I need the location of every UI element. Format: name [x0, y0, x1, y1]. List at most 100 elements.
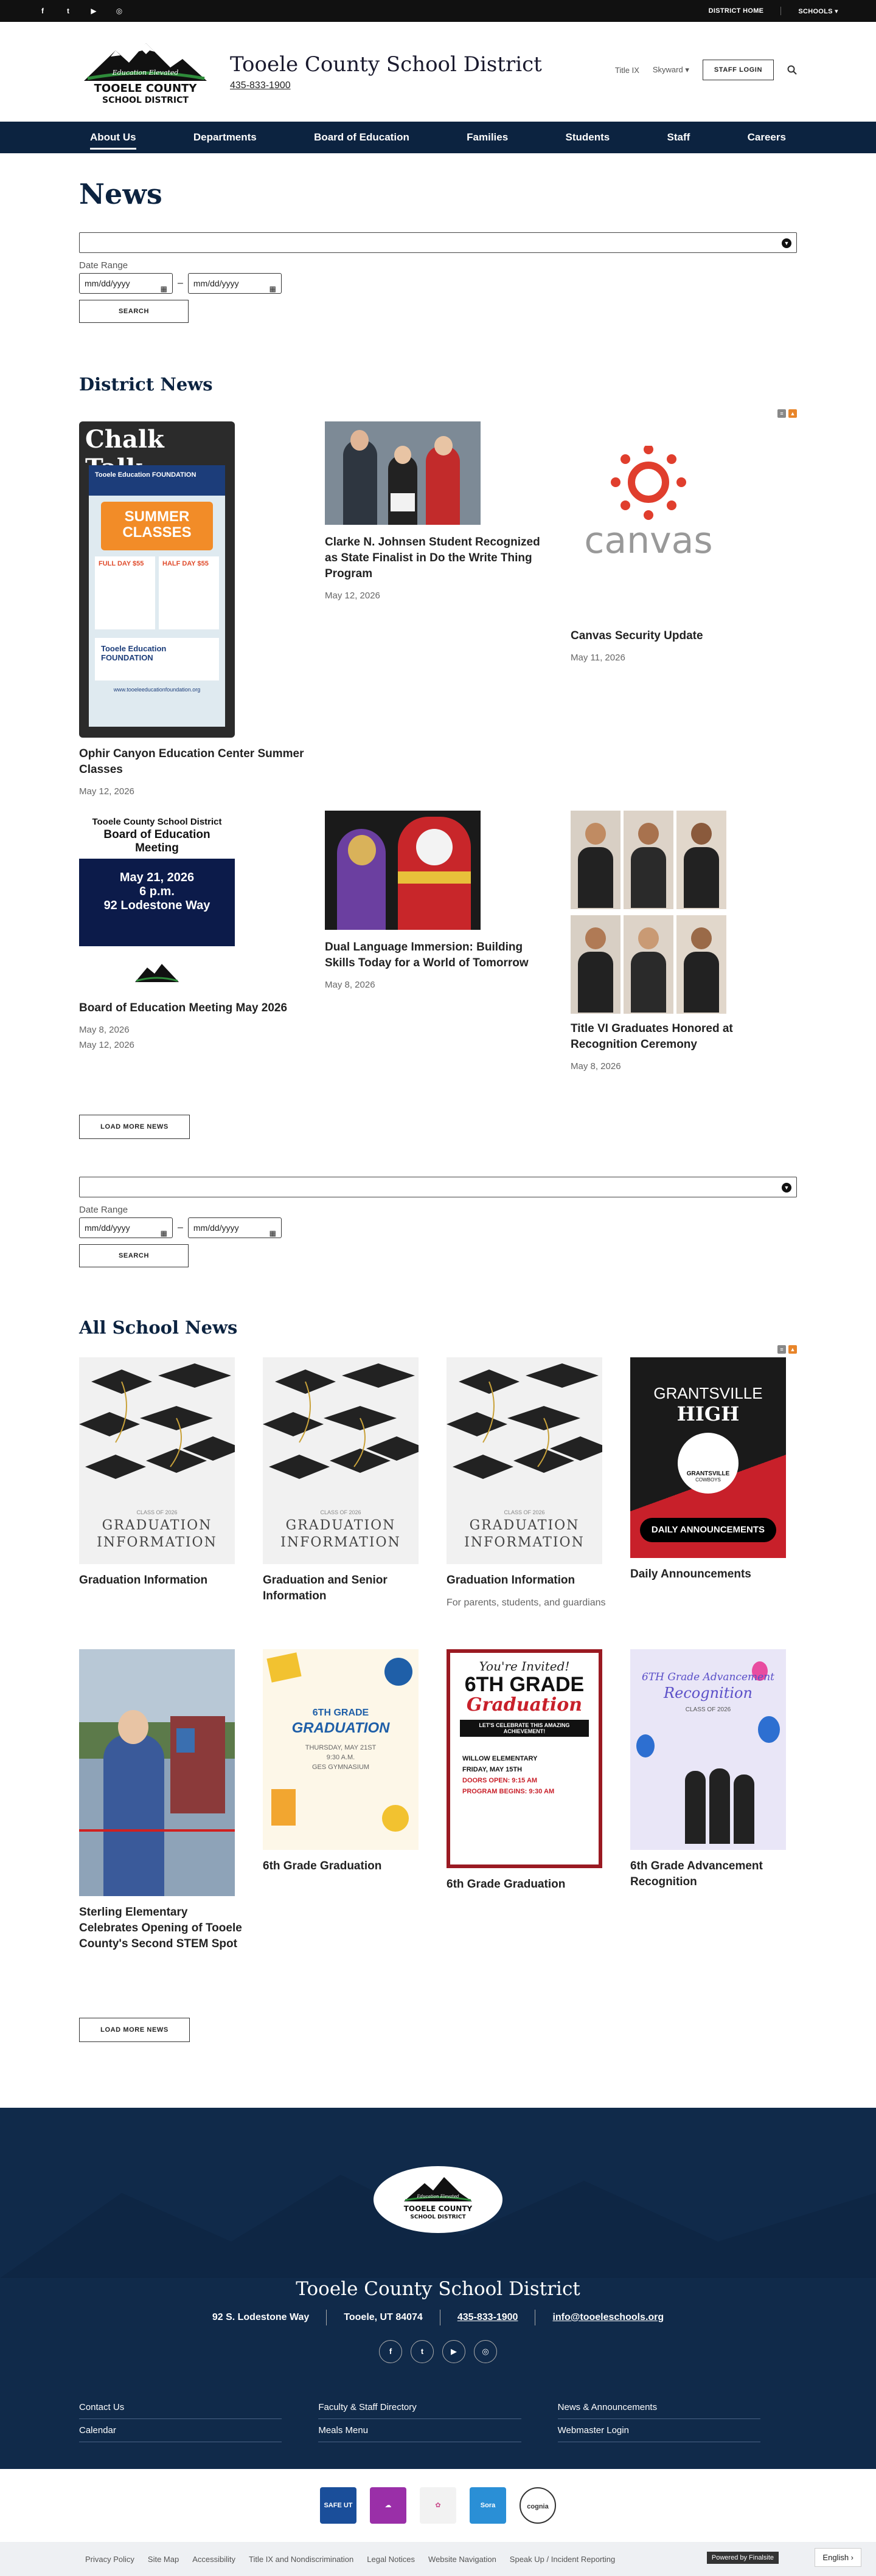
search-icon[interactable] [787, 65, 797, 75]
speak-up-link[interactable]: Speak Up / Incident Reporting [510, 2555, 615, 2564]
accessibility-link[interactable]: Accessibility [192, 2555, 235, 2564]
staff-login-button[interactable]: STAFF LOGIN [702, 60, 774, 80]
sora-logo[interactable]: Sora [470, 2487, 506, 2524]
flower-logo-icon[interactable]: ✿ [420, 2487, 456, 2524]
powered-by-badge[interactable]: Powered by Finalsite [706, 2552, 779, 2564]
district-home-link[interactable]: DISTRICT HOME [709, 7, 764, 15]
news-title[interactable]: Graduation and Senior Information [263, 1573, 433, 1604]
news-card[interactable]: 6TH Grade Advancement Recognition CLASS … [630, 1649, 797, 1890]
nav-departments[interactable]: Departments [182, 123, 268, 152]
nav-staff[interactable]: Staff [656, 123, 701, 152]
news-title[interactable]: 6th Grade Graduation [263, 1858, 433, 1874]
skyward-dropdown[interactable]: Skyward ▾ [653, 65, 689, 75]
start-date-input[interactable]: mm/dd/yyyy ▦ [79, 1217, 173, 1238]
cognia-logo[interactable]: cognia [520, 2487, 556, 2524]
graduates-photo-collage [571, 811, 726, 1014]
news-title[interactable]: Title VI Graduates Honored at Recognitio… [571, 1021, 797, 1053]
news-card[interactable]: Chalk Talk Tooele Education FOUNDATION S… [79, 421, 304, 797]
twitter-icon[interactable]: t [63, 7, 73, 15]
language-selector[interactable]: English › [815, 2548, 861, 2567]
footer-link-calendar[interactable]: Calendar [79, 2419, 282, 2442]
instagram-icon[interactable]: ◎ [114, 7, 124, 15]
svg-text:SCHOOL DISTRICT: SCHOOL DISTRICT [102, 95, 189, 105]
instagram-icon[interactable]: ◎ [474, 2340, 497, 2363]
school-news-section: All School News ≡ ▲ CLASS OF 2026 GRADUA… [79, 1317, 797, 2042]
news-card[interactable]: Clarke N. Johnsen Student Recognized as … [325, 421, 556, 601]
news-card[interactable]: canvas Canvas Security Update May 11, 20… [571, 421, 797, 663]
site-title[interactable]: Tooele County School District [230, 52, 542, 77]
header-phone-link[interactable]: 435-833-1900 [230, 80, 542, 91]
privacy-policy-link[interactable]: Privacy Policy [85, 2555, 134, 2564]
news-title[interactable]: Canvas Security Update [571, 628, 797, 644]
load-more-district-news-button[interactable]: LOAD MORE NEWS [79, 1115, 190, 1139]
category-select[interactable]: ▼ [79, 232, 797, 253]
news-card[interactable]: Tooele County School District Board of E… [79, 811, 304, 1050]
footer-link-news[interactable]: News & Announcements [557, 2396, 760, 2419]
youtube-icon[interactable]: ▶ [89, 7, 99, 15]
district-logo[interactable]: Education Elevated TOOELE COUNTY SCHOOL … [79, 38, 212, 105]
news-card[interactable]: 6TH GRADE GRADUATION THURSDAY, MAY 21ST … [263, 1649, 433, 1874]
youtube-icon[interactable]: ▶ [442, 2340, 465, 2363]
site-map-link[interactable]: Site Map [148, 2555, 179, 2564]
end-date-input[interactable]: mm/dd/yyyy ▦ [187, 1217, 282, 1238]
nav-careers[interactable]: Careers [737, 123, 797, 152]
board-meeting-image: Tooele County School District Board of E… [79, 817, 235, 993]
news-card[interactable]: CLASS OF 2026 GRADUATION INFORMATION Gra… [447, 1357, 617, 1610]
website-navigation-link[interactable]: Website Navigation [428, 2555, 496, 2564]
news-title[interactable]: Daily Announcements [630, 1567, 797, 1582]
title-ix-nondiscrimination-link[interactable]: Title IX and Nondiscrimination [249, 2555, 353, 2564]
search-button[interactable]: SEARCH [79, 1244, 189, 1267]
start-date-input[interactable]: mm/dd/yyyy ▦ [79, 273, 173, 294]
footer-links: Contact Us Faculty & Staff Directory New… [79, 2396, 797, 2442]
nav-families[interactable]: Families [456, 123, 519, 152]
facebook-icon[interactable]: f [38, 7, 47, 15]
news-title[interactable]: Board of Education Meeting May 2026 [79, 1000, 304, 1016]
news-card[interactable]: Dual Language Immersion: Building Skills… [325, 811, 556, 990]
news-title[interactable]: Ophir Canyon Education Center Summer Cla… [79, 746, 304, 778]
footer-link-meals-menu[interactable]: Meals Menu [318, 2419, 521, 2442]
news-title[interactable]: Graduation Information [79, 1573, 249, 1588]
calendar-feed-icon[interactable]: ▲ [788, 409, 797, 418]
footer-email-link[interactable]: info@tooeleschools.org [552, 2312, 664, 2325]
title-ix-link[interactable]: Title IX [615, 66, 639, 75]
twitter-icon[interactable]: t [411, 2340, 434, 2363]
news-card[interactable]: CLASS OF 2026 GRADUATION INFORMATION Gra… [79, 1357, 249, 1588]
footer-social-links: f t ▶ ◎ [0, 2340, 876, 2363]
svg-text:Education Elevated: Education Elevated [416, 2194, 459, 2199]
news-title[interactable]: Graduation Information [447, 1573, 617, 1588]
safe-ut-logo[interactable]: SAFE UT [320, 2487, 356, 2524]
load-more-school-news-button[interactable]: LOAD MORE NEWS [79, 2018, 190, 2042]
rss-icon[interactable]: ≡ [777, 1345, 786, 1354]
news-card[interactable]: You're Invited! 6TH GRADE Graduation LET… [447, 1649, 617, 1892]
footer-phone-link[interactable]: 435-833-1900 [457, 2312, 518, 2325]
search-button[interactable]: SEARCH [79, 300, 189, 323]
news-card[interactable]: GRANTSVILLE HIGH GRANTSVILLE COWBOYS DAI… [630, 1357, 797, 1582]
category-select[interactable]: ▼ [79, 1177, 797, 1197]
nav-about-us[interactable]: About Us [79, 123, 147, 152]
news-title[interactable]: Dual Language Immersion: Building Skills… [325, 940, 556, 971]
footer-link-contact-us[interactable]: Contact Us [79, 2396, 282, 2419]
legal-notices-link[interactable]: Legal Notices [367, 2555, 415, 2564]
footer-link-webmaster-login[interactable]: Webmaster Login [557, 2419, 760, 2442]
date-range-label: Date Range [79, 260, 128, 271]
cloud-logo-icon[interactable]: ☁ [370, 2487, 406, 2524]
news-title[interactable]: Sterling Elementary Celebrates Opening o… [79, 1905, 249, 1952]
news-title[interactable]: 6th Grade Advancement Recognition [630, 1858, 797, 1890]
rss-icon[interactable]: ≡ [777, 409, 786, 418]
date-range-row: mm/dd/yyyy ▦ – mm/dd/yyyy ▦ [79, 273, 797, 294]
facebook-icon[interactable]: f [379, 2340, 402, 2363]
footer-link-staff-directory[interactable]: Faculty & Staff Directory [318, 2396, 521, 2419]
nav-board-of-education[interactable]: Board of Education [303, 123, 420, 152]
footer-logo[interactable]: Education Elevated TOOELE COUNTY SCHOOL … [374, 2166, 502, 2233]
partner-logos: SAFE UT ☁ ✿ Sora cognia [0, 2469, 876, 2542]
news-card[interactable]: Title VI Graduates Honored at Recognitio… [571, 811, 797, 1072]
news-title[interactable]: 6th Grade Graduation [447, 1877, 617, 1892]
schools-dropdown[interactable]: SCHOOLS ▾ [798, 7, 838, 15]
end-date-input[interactable]: mm/dd/yyyy ▦ [187, 273, 282, 294]
nav-students[interactable]: Students [554, 123, 620, 152]
news-title[interactable]: Clarke N. Johnsen Student Recognized as … [325, 535, 556, 582]
news-card[interactable]: CLASS OF 2026 GRADUATION INFORMATION Gra… [263, 1357, 433, 1604]
calendar-feed-icon[interactable]: ▲ [788, 1345, 797, 1354]
graduation-caps-image: CLASS OF 2026 GRADUATION INFORMATION [447, 1357, 602, 1564]
news-card[interactable]: Sterling Elementary Celebrates Opening o… [79, 1649, 249, 1952]
